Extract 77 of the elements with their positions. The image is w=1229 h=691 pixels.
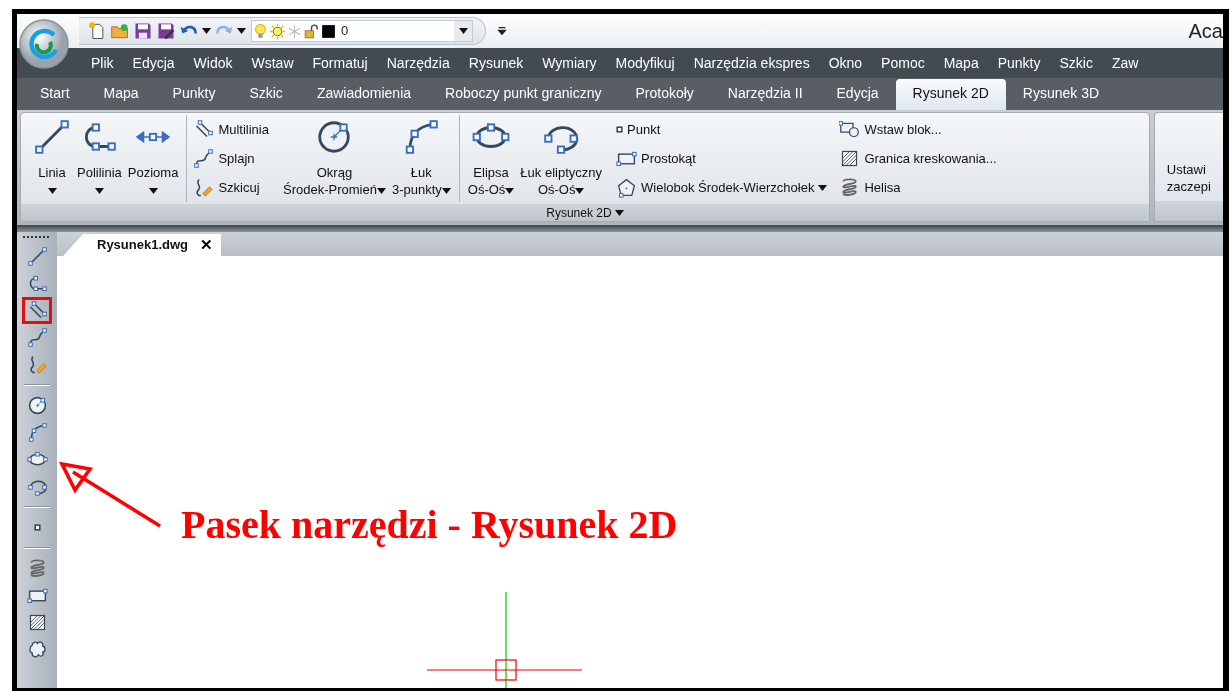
parallel-lines-icon <box>193 119 215 140</box>
light-bulb-icon <box>252 22 269 40</box>
pencil-curve-icon <box>193 177 215 198</box>
caret-icon <box>202 28 211 34</box>
ribbon-tool-button[interactable]: Ustawi zaczepi <box>1158 161 1211 195</box>
ribbon-tool-button[interactable]: Punkt <box>616 117 828 142</box>
menu-item[interactable]: Pomoc <box>881 52 925 74</box>
caret-icon <box>458 28 468 34</box>
menu-item[interactable]: Widok <box>193 52 233 74</box>
menu-item[interactable]: Punkty <box>997 52 1041 74</box>
sun-icon <box>269 22 286 40</box>
toolbar-button[interactable] <box>22 297 52 324</box>
menu-item[interactable]: Wymiary <box>542 52 597 74</box>
menu-item[interactable]: Rysunek <box>468 52 524 74</box>
ribbon-tab[interactable]: Roboczy punkt graniczny <box>428 79 619 110</box>
ribbon-tab[interactable]: Start <box>23 79 87 110</box>
block-icon <box>839 119 861 140</box>
menu-item[interactable]: Mapa <box>943 52 979 74</box>
menu-item[interactable]: Modyfikuj <box>615 52 675 74</box>
point-icon <box>616 126 623 133</box>
pentagon-icon <box>616 177 637 198</box>
ribbon-tool-button[interactable]: Multilinia <box>193 117 269 142</box>
panel-title: Rysunek 2D <box>546 205 612 221</box>
cloud-icon <box>26 639 48 660</box>
ribbon-tool-button[interactable]: Elipsa Oś-Oś <box>464 115 518 199</box>
panel-footer <box>1154 201 1223 221</box>
ribbon-tool-button[interactable]: Okrąg Środek-Promień <box>279 115 389 199</box>
window-title: Aca <box>1188 19 1223 44</box>
ribbon-tab[interactable]: Rysunek 2D <box>895 79 1006 110</box>
curve-icon <box>193 148 215 169</box>
ribbon-tool-button[interactable]: Splajn <box>193 146 269 171</box>
ribbon-tab[interactable]: Protokoły <box>618 79 711 110</box>
circle-icon <box>26 395 48 416</box>
ribbon-tab[interactable]: Punkty <box>155 79 233 110</box>
ribbon-tool-button[interactable]: Prostokąt <box>616 146 828 171</box>
menu-item[interactable]: Plik <box>91 52 114 74</box>
tab-label[interactable]: Rysunek1.dwg <box>97 235 189 255</box>
menu-item[interactable]: Zaw <box>1111 52 1139 74</box>
ribbon-tab[interactable]: Rysunek 3D <box>1005 79 1117 110</box>
curve-icon <box>26 327 48 348</box>
ribbon-tool-button[interactable]: Pozioma <box>124 115 182 199</box>
ribbon-tool-button[interactable]: Granica kreskowania... <box>839 146 997 171</box>
annotation-text: Pasek narzędzi - Rysunek 2D <box>181 502 678 548</box>
point-icon <box>33 524 41 531</box>
folder-icon[interactable] <box>110 21 130 41</box>
menu-item[interactable]: Formatuj <box>312 52 368 74</box>
snowflake-icon <box>286 22 303 40</box>
menu-item[interactable]: Narzędzia ekspres <box>693 52 810 74</box>
ribbon-tool-button[interactable]: Helisa <box>839 175 997 200</box>
color-swatch-icon <box>320 22 337 40</box>
toolbar-grip-icon[interactable] <box>22 235 52 239</box>
menu-item[interactable]: Szkic <box>1059 52 1093 74</box>
ribbon-tab[interactable]: Szkic <box>232 79 300 110</box>
padlock-icon <box>303 22 320 40</box>
menu-item[interactable]: Edycja <box>132 52 175 74</box>
ribbon-tool-button[interactable]: Łuk eliptyczny Oś-Oś <box>517 115 605 199</box>
menu-item[interactable]: Narzędzia <box>386 52 450 74</box>
close-button[interactable]: ✕ <box>200 233 214 257</box>
document-tab[interactable]: Rysunek1.dwg ✕ <box>63 234 222 256</box>
ribbon-tool-button[interactable]: Polilinia <box>74 115 125 199</box>
ribbon-tool-button[interactable]: Linia <box>30 115 74 199</box>
caret-icon <box>237 28 246 34</box>
ribbon-tab[interactable]: Narzędzia II <box>710 79 820 110</box>
floppy-pencil-icon[interactable] <box>156 21 176 41</box>
menu-item[interactable]: Wstaw <box>251 52 294 74</box>
ribbon-tool-button[interactable]: Szkicuj <box>193 175 269 200</box>
line-icon <box>33 118 71 156</box>
line-icon <box>26 246 48 267</box>
ribbon-tool-button[interactable]: Łuk 3-punkty <box>388 115 454 199</box>
ribbon-tool-button[interactable]: Wielobok Środek-Wierzchołek <box>616 175 828 200</box>
menu-item[interactable]: Okno <box>828 52 863 74</box>
layer-dropdown[interactable]: 0 <box>251 20 473 42</box>
arc-icon <box>26 422 48 443</box>
ribbon-tool-button[interactable]: Wstaw blok... <box>839 117 997 142</box>
ribbon-tab[interactable]: Zawiadomienia <box>299 79 429 110</box>
ribbon-tab[interactable]: Edycja <box>819 79 896 110</box>
ribbon-tab[interactable]: Mapa <box>86 79 156 110</box>
